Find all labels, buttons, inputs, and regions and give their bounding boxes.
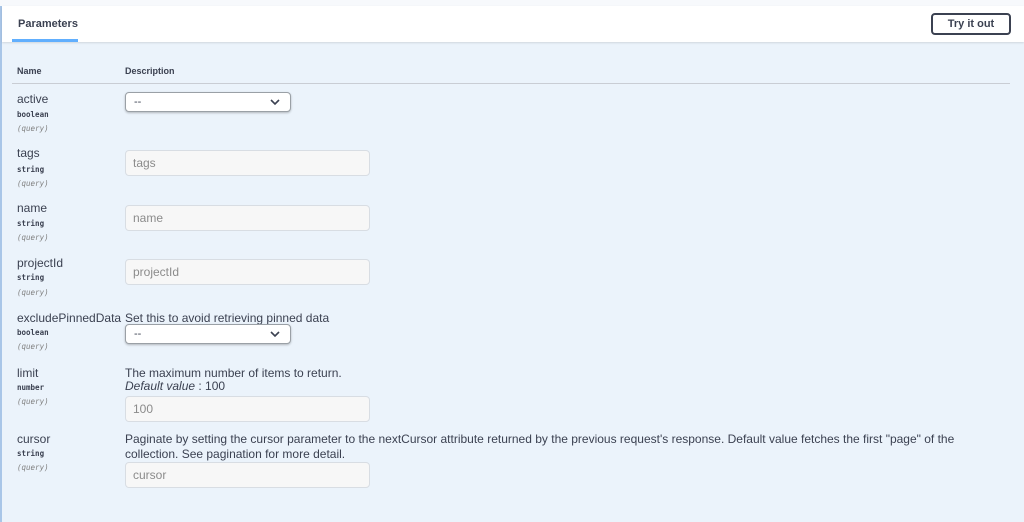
param-name-active: active — [17, 92, 49, 106]
try-it-out-button[interactable]: Try it out — [931, 13, 1011, 35]
param-location-excludepinneddata: (query) — [17, 342, 49, 351]
param-location-tags: (query) — [17, 179, 49, 188]
chevron-down-icon — [270, 99, 280, 106]
param-location-cursor: (query) — [17, 463, 49, 472]
param-type-cursor: string — [17, 449, 45, 458]
param-location-name: (query) — [17, 233, 49, 242]
tags-input[interactable] — [125, 150, 370, 176]
param-type-name: string — [17, 219, 45, 228]
active-select-value: -- — [134, 96, 142, 108]
name-input[interactable] — [125, 205, 370, 231]
param-location-active: (query) — [17, 124, 49, 133]
param-type-excludepinneddata: boolean — [17, 328, 49, 337]
param-location-limit: (query) — [17, 397, 49, 406]
param-name-excludepinneddata: excludePinnedData — [17, 311, 122, 325]
param-type-limit: number — [17, 383, 45, 392]
param-name-tags: tags — [17, 146, 40, 160]
column-header-name: Name — [17, 66, 42, 76]
param-description-excludepinneddata: Set this to avoid retrieving pinned data — [125, 311, 330, 325]
default-value-label: Default value — [125, 379, 196, 393]
param-description-cursor: Paginate by setting the cursor parameter… — [125, 432, 955, 461]
param-name-cursor: cursor — [17, 432, 51, 446]
excludepinneddata-select-value: -- — [134, 328, 142, 340]
param-type-tags: string — [17, 165, 45, 174]
cursor-input[interactable] — [125, 462, 370, 488]
excludepinneddata-select[interactable]: -- — [125, 324, 291, 344]
param-name-projectid: projectId — [17, 256, 64, 270]
param-name-name: name — [17, 201, 48, 215]
active-select[interactable]: -- — [125, 92, 291, 112]
default-value: : 100 — [195, 379, 226, 393]
column-header-description: Description — [125, 66, 175, 76]
left-border — [0, 0, 2, 522]
param-description-limit: The maximum number of items to return. — [125, 366, 342, 380]
param-default-limit: Default value : 100 — [125, 379, 225, 393]
param-name-limit: limit — [17, 366, 39, 380]
chevron-down-icon — [270, 331, 280, 338]
limit-input[interactable] — [125, 396, 370, 422]
param-type-active: boolean — [17, 110, 49, 119]
param-location-projectid: (query) — [17, 288, 49, 297]
parameters-header: Parameters Try it out — [2, 6, 1024, 42]
projectid-input[interactable] — [125, 259, 370, 285]
header-divider — [12, 83, 1010, 84]
tab-parameters[interactable]: Parameters — [12, 6, 78, 42]
param-type-projectid: string — [17, 273, 45, 282]
